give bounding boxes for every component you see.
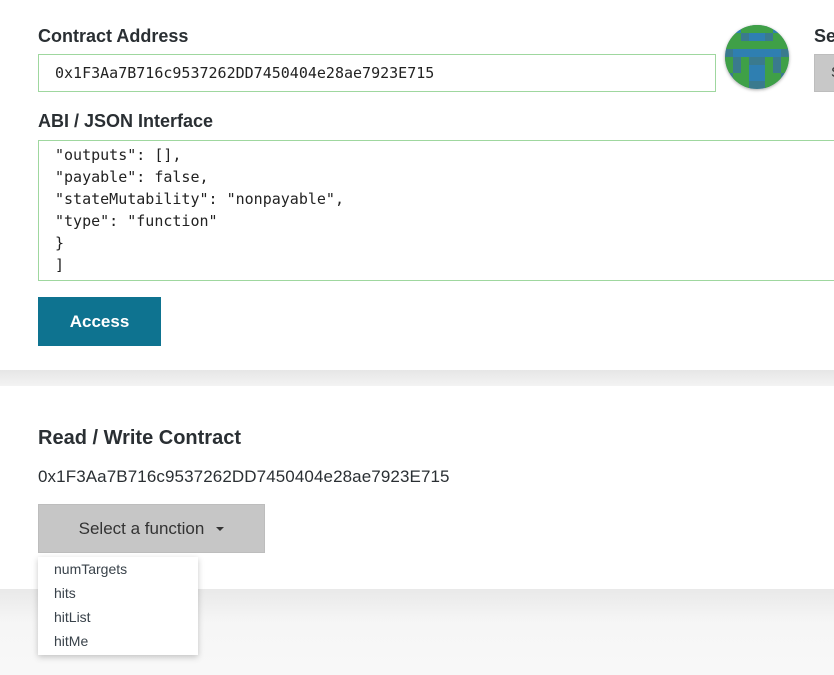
identicon-icon [725,25,789,89]
abi-line: "stateMutability": "nonpayable", [55,190,344,208]
page: Contract Address 0x1F3Aa7B716c9537262DD7… [0,0,834,675]
dropdown-item-hits[interactable]: hits [38,583,198,607]
read-write-address: 0x1F3Aa7B716c9537262DD7450404e28ae7923E7… [38,467,450,486]
identicon-avatar [725,25,789,89]
contract-access-panel: Contract Address 0x1F3Aa7B716c9537262DD7… [0,0,834,370]
dropdown-item-numtargets[interactable]: numTargets [38,559,198,583]
abi-line: "outputs": [], [55,146,182,164]
abi-line: "type": "function" [55,212,218,230]
abi-line: ] [55,256,65,274]
function-dropdown-menu: numTargets hits hitList hitMe [38,557,198,655]
access-button[interactable]: Access [38,297,161,346]
abi-line: "payable": false, [55,168,209,186]
section-divider [0,370,834,386]
caret-down-icon [216,526,225,531]
dropdown-item-hitlist[interactable]: hitList [38,607,198,631]
dropdown-item-hitme[interactable]: hitMe [38,631,198,655]
select-existing-button[interactable]: S [814,54,834,92]
select-existing-label: Se [814,26,834,46]
abi-textarea[interactable]: "outputs": [], "payable": false, "stateM… [38,140,834,281]
contract-address-input[interactable]: 0x1F3Aa7B716c9537262DD7450404e28ae7923E7… [38,54,716,92]
abi-label: ABI / JSON Interface [38,111,214,131]
select-function-button[interactable]: Select a function [38,504,265,553]
read-write-title: Read / Write Contract [38,427,241,449]
select-function-label: Select a function [78,519,205,538]
contract-address-label: Contract Address [38,26,189,46]
abi-line: } [55,234,65,252]
